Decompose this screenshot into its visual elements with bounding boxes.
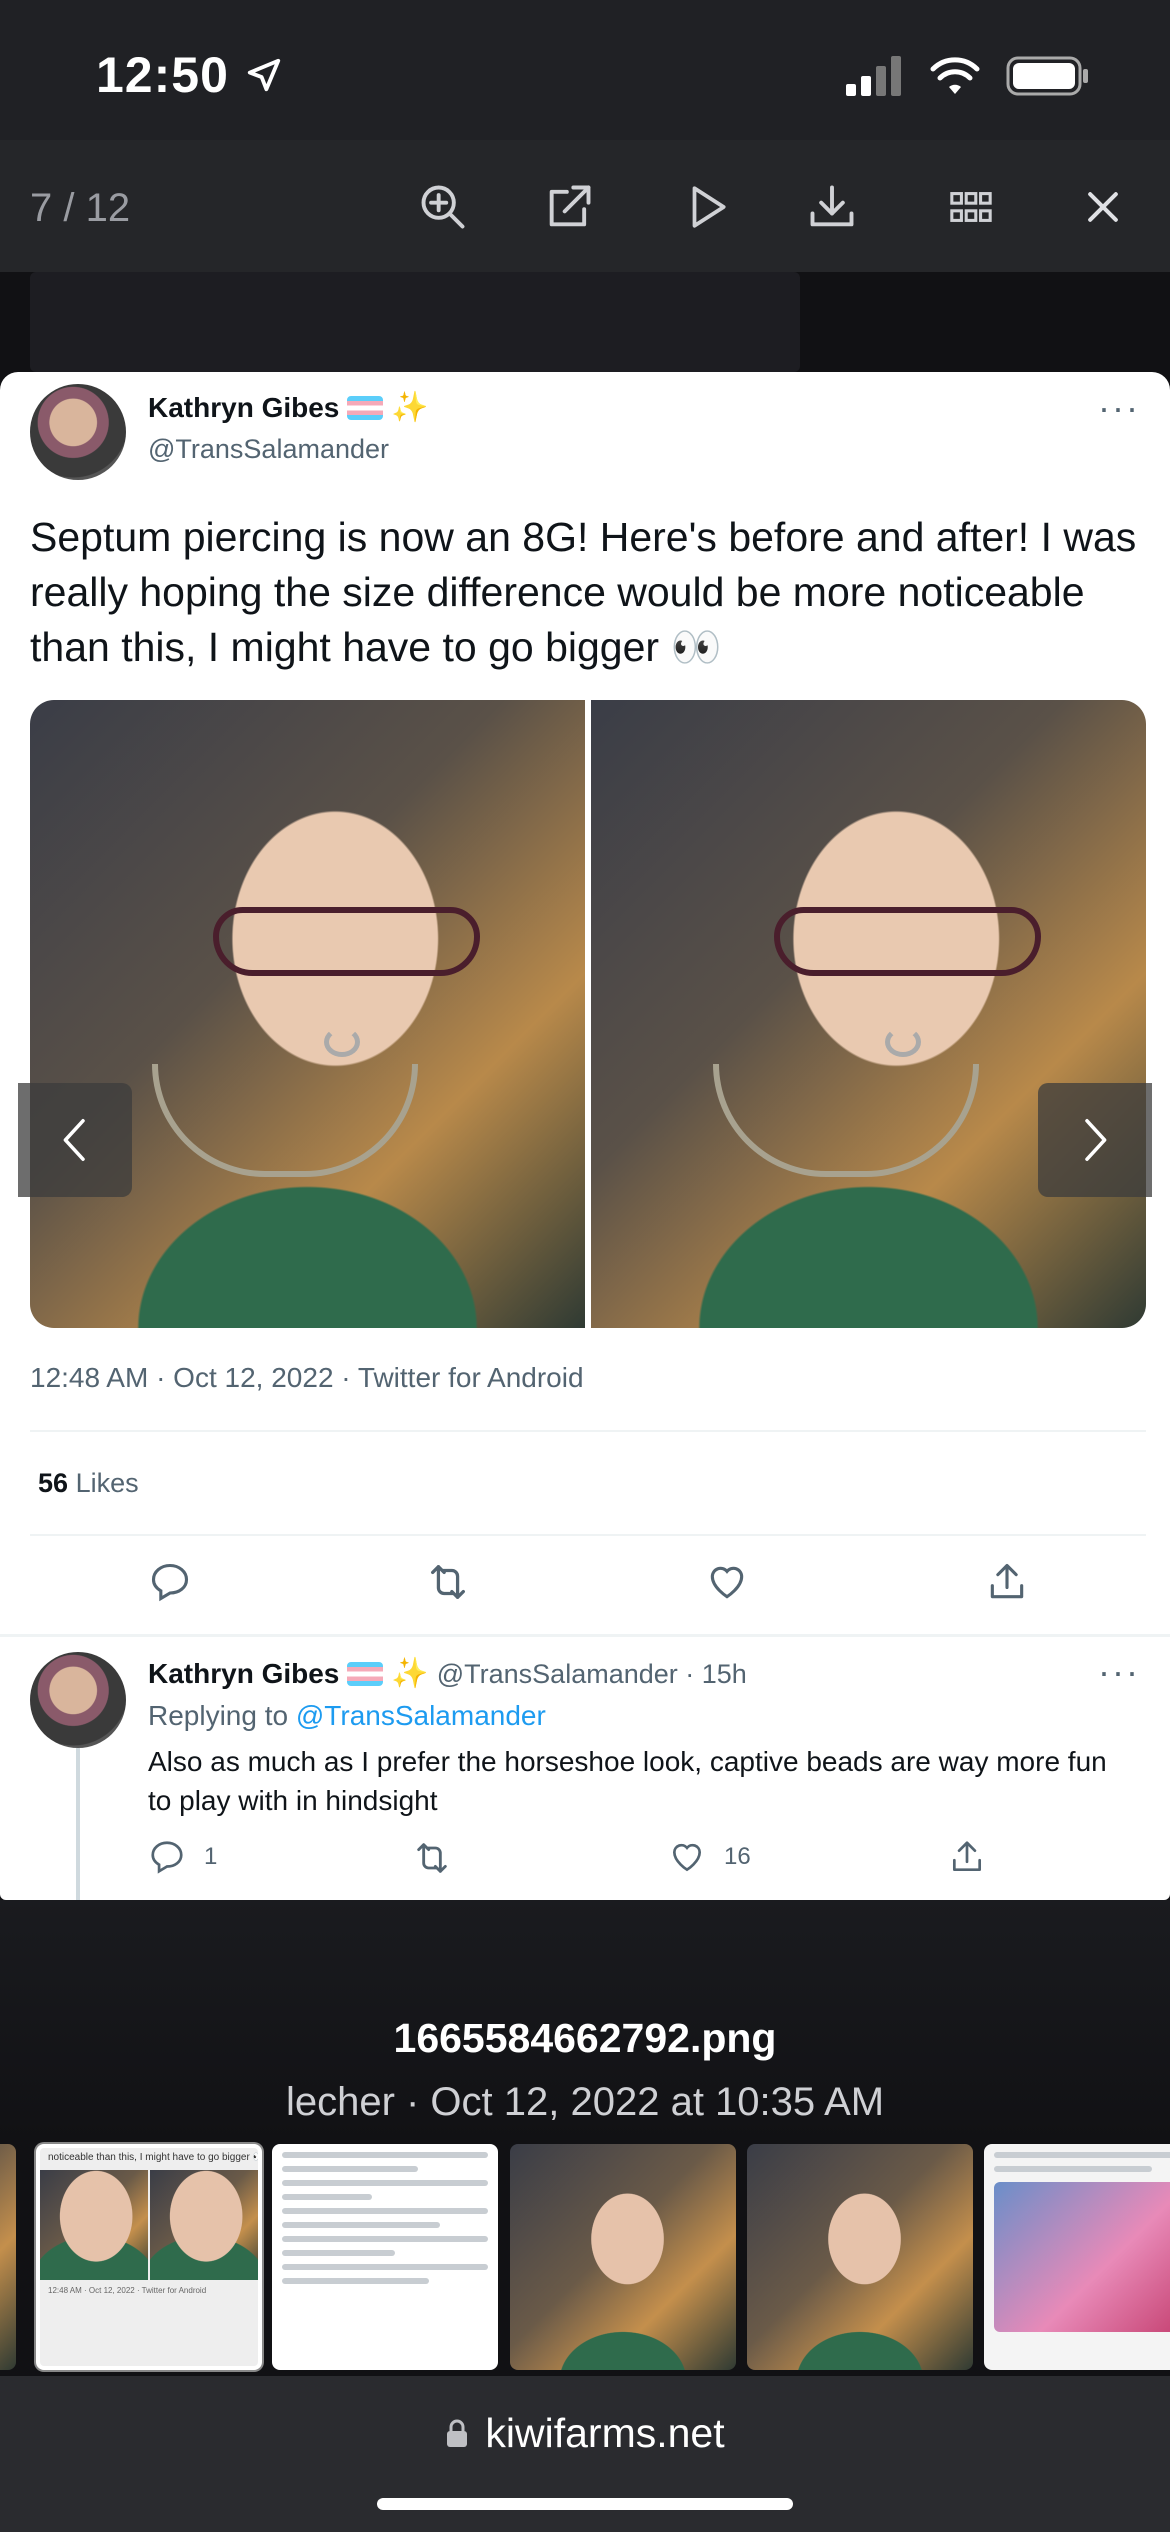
battery-icon [1006, 56, 1088, 96]
thread-line [76, 1748, 80, 1900]
tweet-timestamp: 12:48 AM · Oct 12, 2022 · Twitter for An… [30, 1362, 584, 1393]
tweet-author-handle: @TransSalamander [148, 434, 390, 464]
download-icon [810, 185, 854, 227]
divider [30, 1430, 1146, 1432]
like-heart-icon [672, 1843, 702, 1872]
next-image-button[interactable] [1038, 1083, 1152, 1197]
chevron-right-icon [1085, 1119, 1107, 1161]
necklace-shape [713, 1064, 980, 1178]
likes-count: 56 Likes [38, 1468, 139, 1499]
grid-icon [950, 192, 992, 222]
photo-after [591, 700, 1146, 1328]
trans-flag-icon [347, 396, 384, 420]
wifi-icon [930, 57, 980, 94]
home-indicator[interactable] [377, 2498, 793, 2510]
more-options-icon: ··· [1098, 387, 1140, 428]
more-options-icon: ··· [1098, 1651, 1140, 1692]
replying-prefix: Replying to [148, 1700, 289, 1731]
zoom-in-button[interactable] [408, 172, 478, 242]
sparkles-icon: ✨ [391, 391, 429, 424]
previous-image-button[interactable] [18, 1083, 132, 1197]
status-bar: 12:50 [0, 0, 1170, 140]
share-icon [982, 1557, 1032, 1607]
thumbnail-strip: noticeable than this, I might have to go… [0, 2140, 1170, 2376]
replying-to-handle: @TransSalamander [295, 1700, 546, 1731]
divider [0, 1634, 1170, 1637]
reply-icon [145, 1557, 195, 1607]
retweet-icon [417, 1843, 447, 1873]
share-icon [952, 1841, 982, 1872]
like-heart-icon [702, 1557, 752, 1607]
reply-meta: @TransSalamander · 15h [436, 1658, 747, 1689]
reply-like-count: 16 [724, 1843, 751, 1870]
thumbnail[interactable] [510, 2144, 736, 2370]
tweet-text: Septum piercing is now an 8G! Here's bef… [30, 514, 1137, 670]
tweet-author-name: Kathryn Gibes [148, 392, 340, 423]
background-blur [30, 272, 800, 372]
reply-text: Also as much as I prefer the horseshoe l… [148, 1746, 1107, 1816]
photo-before [30, 700, 585, 1328]
septum-ring-shape [324, 1026, 361, 1057]
image-filename: 1665584662792.png [393, 2015, 777, 2061]
slideshow-play-button[interactable] [672, 172, 742, 242]
cellular-signal-icon [846, 56, 901, 96]
trans-flag-icon [347, 1662, 384, 1686]
grid-view-button[interactable] [936, 172, 1006, 242]
septum-ring-shape [885, 1026, 922, 1057]
viewer-toolbar: 7 / 12 [0, 140, 1170, 272]
thumbnail-active[interactable]: noticeable than this, I might have to go… [36, 2144, 262, 2370]
reply-reply-count: 1 [204, 1843, 218, 1870]
thumbnail[interactable] [272, 2144, 498, 2370]
reply-like-action: 16 [668, 1838, 751, 1876]
image-counter: 7 / 12 [30, 186, 131, 230]
thumb-caption: noticeable than this, I might have to go… [48, 2152, 258, 2163]
divider [30, 1534, 1146, 1536]
tweet-author: Kathryn Gibes ✨ [148, 392, 429, 424]
image-byline: lecher · Oct 12, 2022 at 10:35 AM [285, 2080, 885, 2124]
reply-author: Kathryn Gibes ✨ @TransSalamander · 15h [148, 1658, 747, 1690]
sparkles-icon: ✨ [391, 1657, 429, 1690]
close-icon [1088, 192, 1118, 222]
zoom-in-icon [421, 185, 465, 229]
necklace-shape [152, 1064, 419, 1178]
glasses-shape [774, 907, 1041, 977]
url-domain: kiwifarms.net [485, 2410, 725, 2456]
browser-url-bar[interactable]: kiwifarms.net [0, 2376, 1170, 2532]
tweet-photos [30, 700, 1146, 1328]
chevron-left-icon [63, 1119, 85, 1161]
status-time: 12:50 [96, 47, 229, 103]
likes-number: 56 [38, 1468, 69, 1498]
thumbnail[interactable] [0, 2144, 16, 2370]
open-external-icon [549, 185, 591, 227]
thumb-meta: 12:48 AM · Oct 12, 2022 · Twitter for An… [48, 2286, 207, 2295]
reply-icon [151, 1841, 183, 1874]
replying-to: Replying to @TransSalamander [148, 1700, 546, 1732]
open-external-button[interactable] [534, 172, 604, 242]
likes-label: Likes [75, 1468, 139, 1498]
reply-reply-action: 1 [148, 1838, 217, 1876]
retweet-icon [423, 1557, 473, 1607]
close-viewer-button[interactable] [1068, 172, 1138, 242]
reply-retweet-action [412, 1838, 452, 1878]
thumbnail[interactable] [984, 2144, 1170, 2370]
glasses-shape [213, 907, 480, 977]
location-arrow-icon [247, 58, 281, 92]
thumbnail[interactable] [747, 2144, 973, 2370]
download-button[interactable] [797, 172, 867, 242]
avatar [30, 384, 126, 480]
reply-share-action [948, 1838, 986, 1876]
lock-icon [447, 2419, 468, 2447]
screenshot-image[interactable]: Kathryn Gibes ✨ @TransSalamander ··· Sep… [0, 372, 1170, 1900]
url-display[interactable]: kiwifarms.net [0, 2410, 1170, 2457]
play-icon [692, 186, 726, 228]
reply-author-name: Kathryn Gibes [148, 1658, 340, 1689]
reply-avatar [30, 1652, 126, 1748]
